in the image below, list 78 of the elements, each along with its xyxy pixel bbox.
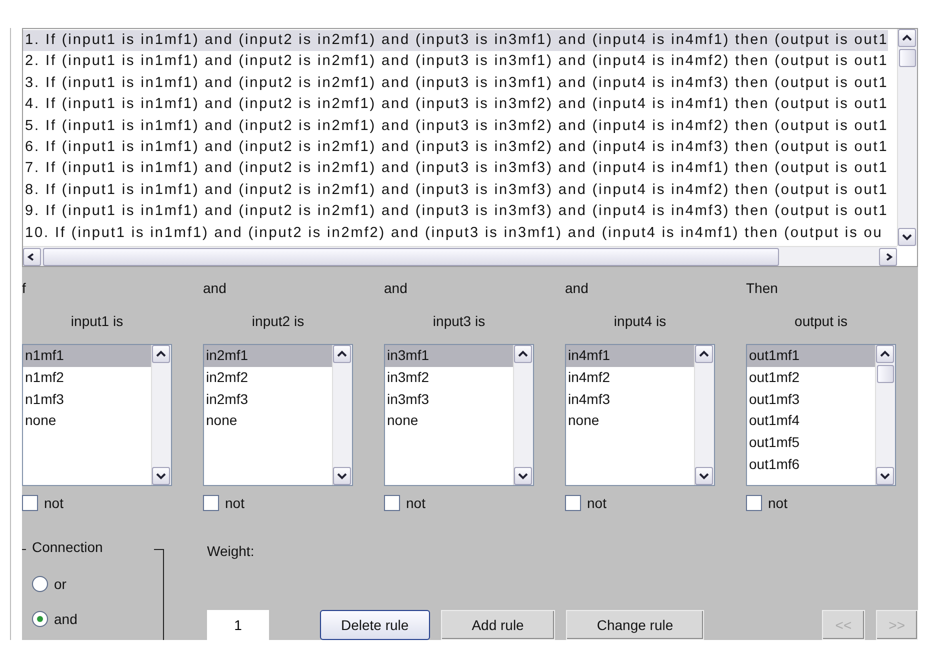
list-item[interactable]: in3mf2 — [385, 366, 513, 389]
rule-item[interactable]: 6. If (input1 is in1mf1) and (input2 is in2mf1) and (input3 is in3mf2) and (input4 is in4mf3) then (output is out1 — [23, 137, 888, 158]
checkbox-label: not — [44, 495, 64, 511]
membership-list[interactable]: in2mf1 in2mf2 in2mf3 none — [203, 344, 353, 486]
list-item[interactable]: none — [23, 410, 151, 432]
weight-label: Weight: — [207, 543, 256, 559]
list-item[interactable]: out1mf4 — [747, 410, 875, 432]
not-checkbox[interactable] — [203, 495, 219, 511]
column-label: input4 is — [612, 313, 668, 331]
weight-field[interactable]: 1 — [207, 610, 269, 640]
membership-list[interactable]: in3mf1 in3mf2 in3mf3 none — [384, 344, 534, 486]
list-item[interactable]: in4mf1 — [566, 345, 694, 367]
horizontal-scrollbar[interactable] — [23, 246, 897, 266]
list-scrollbar[interactable] — [151, 345, 171, 485]
checkbox-label: not — [587, 495, 606, 511]
list-item[interactable]: out1mf1 — [747, 345, 875, 367]
radio-button[interactable] — [32, 576, 48, 592]
not-checkbox[interactable] — [384, 495, 400, 511]
rule-button[interactable]: Change rule — [566, 610, 704, 640]
column-label: input3 is — [432, 313, 486, 331]
rule-button[interactable]: Delete rule — [320, 610, 430, 640]
not-checkbox[interactable] — [746, 495, 762, 511]
group-title: Connection — [31, 539, 104, 557]
list-item[interactable]: in2mf1 — [204, 345, 332, 367]
rule-item[interactable]: 9. If (input1 is in1mf1) and (input2 is in2mf1) and (input3 is in3mf3) and (input4 is in4mf3) then (output is out1 — [23, 201, 888, 223]
list-item[interactable]: none — [204, 410, 332, 432]
group-border — [22, 549, 26, 550]
membership-list[interactable]: in4mf1 in4mf2 in4mf3 none — [565, 344, 715, 486]
list-item[interactable]: in2mf2 — [204, 366, 332, 389]
rule-item[interactable]: 5. If (input1 is in1mf1) and (input2 is in2mf1) and (input3 is in3mf2) and (input4 is in4mf2) then (output is out1 — [23, 116, 888, 138]
rule-item[interactable]: 10. If (input1 is in1mf1) and (input2 is in2mf2) and (input3 is in3mf1) and (input4 is in4mf1) then (output is ou — [23, 222, 883, 244]
list-item[interactable]: in3mf3 — [385, 388, 513, 410]
membership-list[interactable]: n1mf1 n1mf2 n1mf3 none — [22, 344, 172, 486]
connector-label: f — [22, 280, 27, 298]
list-item[interactable]: none — [385, 410, 513, 432]
not-checkbox[interactable] — [22, 495, 38, 511]
list-item[interactable]: n1mf1 — [23, 345, 151, 367]
vertical-scrollbar[interactable] — [897, 29, 917, 246]
scrollbar-thumb[interactable] — [877, 365, 894, 383]
column-label: input2 is — [250, 313, 306, 331]
membership-list[interactable]: out1mf1 out1mf2 out1mf3 out1mf4 out1mf5 out1mf6 — [746, 344, 896, 486]
list-item[interactable]: in2mf3 — [204, 388, 332, 410]
rule-list[interactable] — [22, 28, 918, 267]
radio-button[interactable] — [32, 611, 48, 627]
list-scrollbar[interactable] — [513, 345, 533, 485]
not-checkbox[interactable] — [565, 495, 581, 511]
checkbox-label: not — [768, 495, 788, 511]
connector-label: Then — [746, 280, 779, 298]
rule-item[interactable]: 3. If (input1 is in1mf1) and (input2 is in2mf1) and (input3 is in3mf1) and (input4 is in4mf3) then (output is out1 — [23, 72, 888, 94]
column-label: output is — [794, 313, 848, 331]
column-label: input1 is — [70, 313, 124, 331]
list-scrollbar[interactable] — [694, 345, 714, 485]
list-item[interactable]: n1mf2 — [23, 366, 151, 389]
connector-label: and — [565, 280, 590, 298]
list-item[interactable]: n1mf3 — [23, 388, 151, 410]
list-item[interactable]: out1mf2 — [747, 366, 875, 389]
list-scrollbar[interactable] — [875, 345, 895, 485]
rule-item[interactable]: 4. If (input1 is in1mf1) and (input2 is in2mf1) and (input3 is in3mf2) and (input4 is in4mf1) then (output is out1 — [23, 94, 888, 116]
rule-item[interactable]: 1. If (input1 is in1mf1) and (input2 is in2mf1) and (input3 is in3mf1) and (input4 is in4mf1) then (output is out1 — [23, 30, 888, 52]
checkbox-label: not — [406, 495, 426, 511]
list-item[interactable]: out1mf6 — [747, 454, 875, 476]
list-item[interactable]: out1mf5 — [747, 432, 875, 454]
list-item[interactable]: out1mf3 — [747, 388, 875, 410]
scrollbar-thumb[interactable] — [899, 49, 916, 67]
connector-label: and — [203, 280, 228, 298]
list-item[interactable]: none — [566, 410, 694, 432]
rule-item[interactable]: 2. If (input1 is in1mf1) and (input2 is in2mf1) and (input3 is in3mf1) and (input4 is in4mf2) then (output is out1 — [23, 51, 888, 73]
rule-item[interactable]: 7. If (input1 is in1mf1) and (input2 is in2mf1) and (input3 is in3mf3) and (input4 is in4mf1) then (output is out1 — [23, 158, 888, 180]
rule-button[interactable]: Add rule — [440, 610, 555, 640]
radio-label: and — [54, 611, 78, 627]
list-item[interactable]: in4mf3 — [566, 388, 694, 410]
rule-item[interactable]: 8. If (input1 is in1mf1) and (input2 is in2mf1) and (input3 is in3mf3) and (input4 is in4mf2) then (output is out1 — [23, 180, 888, 202]
list-scrollbar[interactable] — [332, 345, 352, 485]
list-item[interactable]: in3mf1 — [385, 345, 513, 367]
connector-label: and — [384, 280, 408, 298]
list-item[interactable]: in4mf2 — [566, 366, 694, 389]
radio-label: or — [54, 576, 66, 592]
checkbox-label: not — [225, 495, 244, 511]
